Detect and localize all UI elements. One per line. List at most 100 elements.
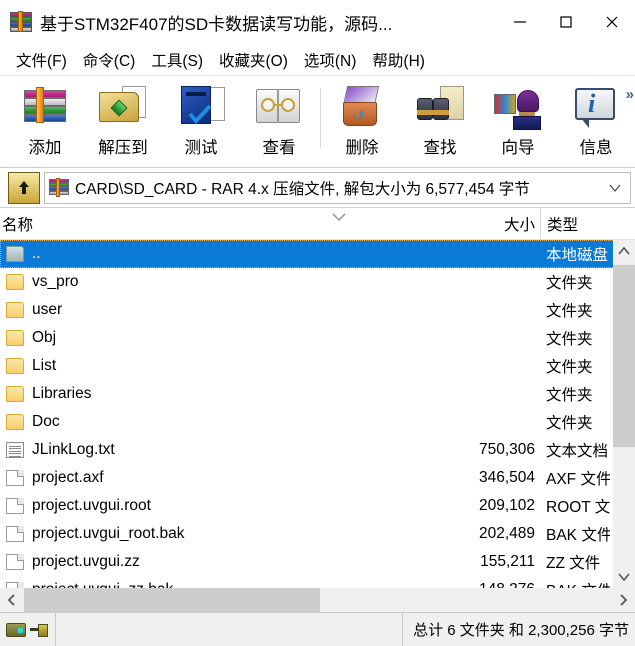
toolbar-label-info: 信息 — [579, 139, 613, 157]
scroll-right-arrow-icon[interactable] — [611, 588, 635, 612]
scroll-left-arrow-icon[interactable] — [0, 588, 24, 612]
cell-type: 文件夹 — [546, 275, 593, 292]
toolbar-button-test[interactable]: 测试 — [162, 82, 240, 164]
vertical-scroll-thumb[interactable] — [613, 265, 635, 447]
menu-tools[interactable]: 工具(S) — [143, 47, 211, 73]
text-file-icon — [6, 442, 24, 458]
table-row[interactable]: vs_pro 文件夹 — [0, 268, 635, 296]
toolbar-button-find[interactable]: 查找 — [401, 82, 479, 164]
toolbar-overflow-chevron-icon[interactable]: » — [626, 86, 634, 103]
horizontal-scroll-thumb[interactable] — [24, 588, 320, 612]
table-row[interactable]: .. 本地磁盘 — [0, 240, 635, 268]
table-row[interactable]: project.uvgui_zz.bak 148,276BAK 文件 — [0, 576, 635, 588]
menu-bar: 文件(F) 命令(C) 工具(S) 收藏夹(O) 选项(N) 帮助(H) — [0, 44, 635, 75]
chevron-down-icon[interactable] — [604, 183, 626, 193]
up-one-level-button[interactable] — [8, 171, 40, 204]
delete-recyclebin-icon: ↺ — [337, 84, 387, 130]
folder-icon — [6, 330, 24, 346]
table-row[interactable]: user 文件夹 — [0, 296, 635, 324]
toolbar-label-wizard: 向导 — [501, 139, 535, 157]
column-header-type[interactable]: 类型 — [540, 208, 610, 240]
minimize-button[interactable] — [497, 0, 543, 44]
cell-name-text: Libraries — [32, 385, 92, 402]
cell-name-text: Obj — [32, 329, 57, 346]
column-header-name[interactable]: 名称 — [0, 208, 274, 240]
cell-name-text: project.axf — [32, 469, 104, 486]
toolbar-label-view: 查看 — [262, 139, 296, 157]
toolbar-button-view[interactable]: 查看 — [240, 82, 318, 164]
menu-options[interactable]: 选项(N) — [296, 47, 365, 73]
status-bar: 总计 6 文件夹 和 2,300,256 字节 — [0, 612, 635, 646]
cell-name: .. — [0, 245, 274, 263]
cell-name: List — [0, 357, 274, 375]
toolbar-label-extract-to: 解压到 — [98, 139, 148, 157]
cell-name: Doc — [0, 413, 274, 431]
disk-icon — [6, 622, 26, 637]
view-file-icon — [254, 84, 304, 130]
vertical-scroll-track[interactable] — [613, 262, 635, 566]
cell-name: JLinkLog.txt — [0, 441, 274, 459]
file-icon — [6, 526, 24, 542]
toolbar-button-add[interactable]: 添加 — [6, 82, 84, 164]
menu-help[interactable]: 帮助(H) — [364, 47, 433, 73]
vertical-scrollbar[interactable] — [613, 240, 635, 588]
folder-icon — [6, 414, 24, 430]
toolbar-label-add: 添加 — [28, 139, 62, 157]
cell-name-text: user — [32, 301, 63, 318]
cell-type: 文件夹 — [546, 303, 593, 320]
table-row[interactable]: project.uvgui.zz 155,211 ZZ 文件 — [0, 548, 635, 576]
cell-name: project.axf — [0, 469, 274, 487]
close-button[interactable] — [589, 0, 635, 44]
cell-type: AXF 文件 — [546, 471, 610, 488]
file-list-panel: 名称 大小 类型 .. 本地磁盘 vs_pro 文件夹 user 文件夹 Obj 文件夹 Lis… — [0, 208, 635, 612]
key-icon — [30, 623, 48, 637]
table-row[interactable]: project.axf 346,504 AXF 文件 — [0, 464, 635, 492]
column-header-row: 名称 大小 类型 — [0, 208, 635, 240]
cell-type: 文件夹 — [546, 331, 593, 348]
table-row[interactable]: JLinkLog.txt 750,306 文本文档 — [0, 436, 635, 464]
cell-name: project.uvgui.root — [0, 497, 274, 515]
wizard-icon — [493, 84, 543, 130]
toolbar-label-find: 查找 — [423, 139, 457, 157]
toolbar-button-info[interactable]: i 信息 — [557, 82, 635, 164]
table-row[interactable]: project.uvgui.root 209,102 ROOT 文件 — [0, 492, 635, 520]
toolbar-button-delete[interactable]: ↺ 删除 — [323, 82, 401, 164]
cell-type: 文本文档 — [546, 443, 609, 460]
cell-type: 文件夹 — [546, 387, 593, 404]
address-bar: CARD\SD_CARD - RAR 4.x 压缩文件, 解包大小为 6,577… — [0, 168, 635, 208]
table-row[interactable]: Obj 文件夹 — [0, 324, 635, 352]
cell-name: project.uvgui.zz — [0, 553, 274, 571]
file-rows-container[interactable]: .. 本地磁盘 vs_pro 文件夹 user 文件夹 Obj 文件夹 List 文件夹 Libra… — [0, 240, 635, 588]
cell-size: 346,504 — [478, 469, 535, 486]
cell-name: project.uvgui_zz.bak — [0, 581, 274, 588]
toolbar-button-extract-to[interactable]: 解压到 — [84, 82, 162, 164]
file-icon — [6, 498, 24, 514]
menu-file[interactable]: 文件(F) — [8, 47, 75, 73]
file-icon — [6, 554, 24, 570]
column-header-size[interactable]: 大小 — [274, 208, 540, 240]
cell-name-text: JLinkLog.txt — [32, 441, 115, 458]
menu-favorites[interactable]: 收藏夹(O) — [211, 47, 296, 73]
maximize-button[interactable] — [543, 0, 589, 44]
table-row[interactable]: Doc 文件夹 — [0, 408, 635, 436]
toolbar-separator — [320, 88, 321, 148]
horizontal-scrollbar[interactable] — [0, 588, 635, 612]
cell-type: 文件夹 — [546, 359, 593, 376]
cell-name-text: project.uvgui_root.bak — [32, 525, 185, 542]
toolbar: 添加 解压到 测试 查看 ↺ 删除 查找 向导 i 信息 » — [0, 75, 635, 168]
cell-type: ROOT 文件 — [546, 499, 610, 516]
table-row[interactable]: project.uvgui_root.bak 202,489 BAK 文件 — [0, 520, 635, 548]
cell-size: 209,102 — [478, 497, 535, 514]
toolbar-button-wizard[interactable]: 向导 — [479, 82, 557, 164]
winrar-archive-icon — [10, 11, 32, 32]
cell-type: BAK 文件 — [540, 579, 610, 588]
cell-name: Libraries — [0, 385, 274, 403]
address-field[interactable]: CARD\SD_CARD - RAR 4.x 压缩文件, 解包大小为 6,577… — [44, 171, 631, 204]
table-row[interactable]: List 文件夹 — [0, 352, 635, 380]
horizontal-scroll-track[interactable] — [24, 588, 611, 612]
cell-size: 202,489 — [478, 525, 535, 542]
scroll-down-arrow-icon[interactable] — [613, 566, 635, 588]
scroll-up-arrow-icon[interactable] — [613, 240, 635, 262]
table-row[interactable]: Libraries 文件夹 — [0, 380, 635, 408]
menu-commands[interactable]: 命令(C) — [75, 47, 144, 73]
